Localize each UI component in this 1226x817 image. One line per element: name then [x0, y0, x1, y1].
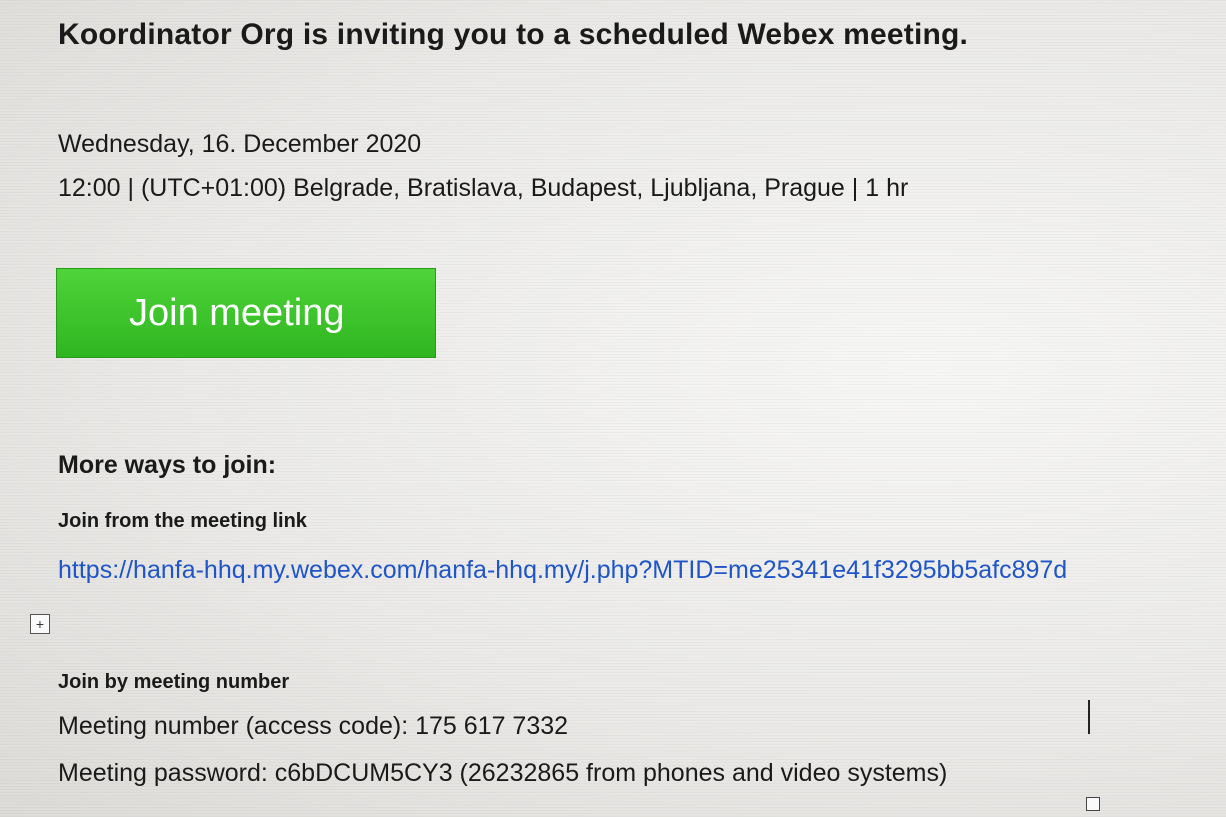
meeting-date: Wednesday, 16. December 2020 [58, 130, 422, 158]
meeting-link[interactable]: https://hanfa-hhq.my.webex.com/hanfa-hhq… [58, 556, 1226, 585]
invite-heading: Koordinator Org is inviting you to a sch… [58, 18, 969, 51]
move-handle-icon[interactable]: + [30, 614, 50, 634]
join-meeting-button-label: Join meeting [129, 291, 345, 334]
join-meeting-button[interactable]: Join meeting [56, 268, 436, 358]
resize-handle-icon[interactable] [1086, 797, 1100, 811]
meeting-password: Meeting password: c6bDCUM5CY3 (26232865 … [58, 759, 948, 787]
meeting-time-zone: 12:00 | (UTC+01:00) Belgrade, Bratislava… [58, 174, 909, 202]
email-body: Koordinator Org is inviting you to a sch… [0, 0, 1226, 817]
join-by-number-heading: Join by meeting number [58, 671, 290, 693]
meeting-number: Meeting number (access code): 175 617 73… [58, 712, 569, 740]
more-ways-heading: More ways to join: [58, 451, 277, 479]
text-cursor [1088, 700, 1090, 734]
move-glyph: + [35, 616, 45, 632]
join-from-link-heading: Join from the meeting link [58, 510, 307, 532]
